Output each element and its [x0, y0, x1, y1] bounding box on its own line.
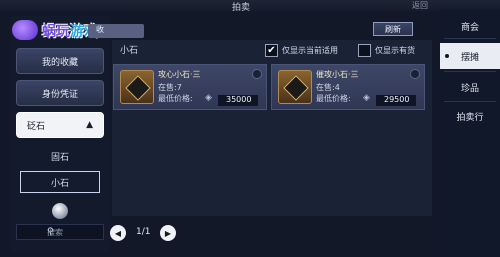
prev-page-button[interactable]: ◀ [110, 225, 126, 241]
item-name: 攻心小石·三 [158, 70, 201, 79]
checkbox-checked-icon[interactable]: ✔ [265, 43, 278, 57]
chevron-up-icon: ▲ [86, 120, 93, 130]
nav-shanghui[interactable]: 商会 [440, 13, 500, 39]
section-title: 小石 [120, 46, 139, 56]
sub-item-gushi[interactable]: 固石 [20, 145, 100, 167]
top-right-hint[interactable]: 返回 [412, 0, 428, 11]
stone-item-icon [120, 70, 154, 104]
search-input[interactable]: 搜索 ⚲ [16, 224, 104, 240]
watermark-icon [12, 20, 38, 40]
nav-zhenpin[interactable]: 珍品 [440, 74, 500, 100]
checkbox-empty-icon[interactable] [358, 43, 371, 57]
item-price-label: 最低价格: [316, 94, 351, 103]
orb-icon [52, 203, 68, 219]
filter-applicable-label: 仅显示当前适用 [282, 45, 338, 55]
nav-baitan[interactable]: 摆摊 [440, 43, 500, 69]
favorites-button[interactable]: 我的收藏 [16, 48, 104, 74]
item-card[interactable]: 攻心小石·三 在售:7 最低价格: ◈ 35000 [113, 64, 267, 110]
filter-instock-label: 仅显示有货 [375, 45, 415, 55]
left-tab-hint[interactable]: 收 [88, 24, 144, 38]
item-price: 29500 [376, 95, 416, 106]
item-card[interactable]: 催攻小石·三 在售:4 最低价格: ◈ 29500 [271, 64, 425, 110]
app-window: 拍卖 返回 蜗玩游戏 收 我的收藏 身份凭证 砭石 ▲ 固石 小石 搜索 ⚲ ◀… [0, 0, 500, 257]
coin-icon: ◈ [205, 93, 212, 103]
filter-applicable-checkbox[interactable]: ✔ 仅显示当前适用 [265, 43, 338, 57]
category-label: 砭石 [27, 121, 46, 132]
radio-indicator-icon[interactable] [252, 69, 262, 79]
radio-indicator-icon[interactable] [410, 69, 420, 79]
pagination: ◀ 1/1 ▶ [110, 224, 176, 242]
item-price-label: 最低价格: [158, 94, 193, 103]
item-price: 35000 [218, 95, 258, 106]
item-stock: 在售:7 [158, 83, 182, 92]
coin-icon: ◈ [363, 93, 370, 103]
page-indicator: 1/1 [136, 227, 151, 237]
filter-instock-checkbox[interactable]: 仅显示有货 [358, 43, 415, 57]
nav-paimaihang[interactable]: 拍卖行 [440, 103, 500, 129]
refresh-button[interactable]: 刷新 [373, 22, 413, 36]
top-bar: 拍卖 返回 [0, 0, 500, 13]
stone-item-icon [278, 70, 312, 104]
window-title: 拍卖 [232, 3, 251, 13]
item-stock: 在售:4 [316, 83, 340, 92]
category-dropdown[interactable]: 砭石 ▲ [16, 112, 104, 138]
identity-button[interactable]: 身份凭证 [16, 80, 104, 106]
search-icon[interactable]: ⚲ [47, 227, 99, 237]
item-name: 催攻小石·三 [316, 70, 359, 79]
divider [444, 101, 496, 102]
divider [444, 71, 496, 72]
divider [444, 38, 496, 39]
sub-item-xiaoshi[interactable]: 小石 [20, 171, 100, 193]
next-page-button[interactable]: ▶ [160, 225, 176, 241]
